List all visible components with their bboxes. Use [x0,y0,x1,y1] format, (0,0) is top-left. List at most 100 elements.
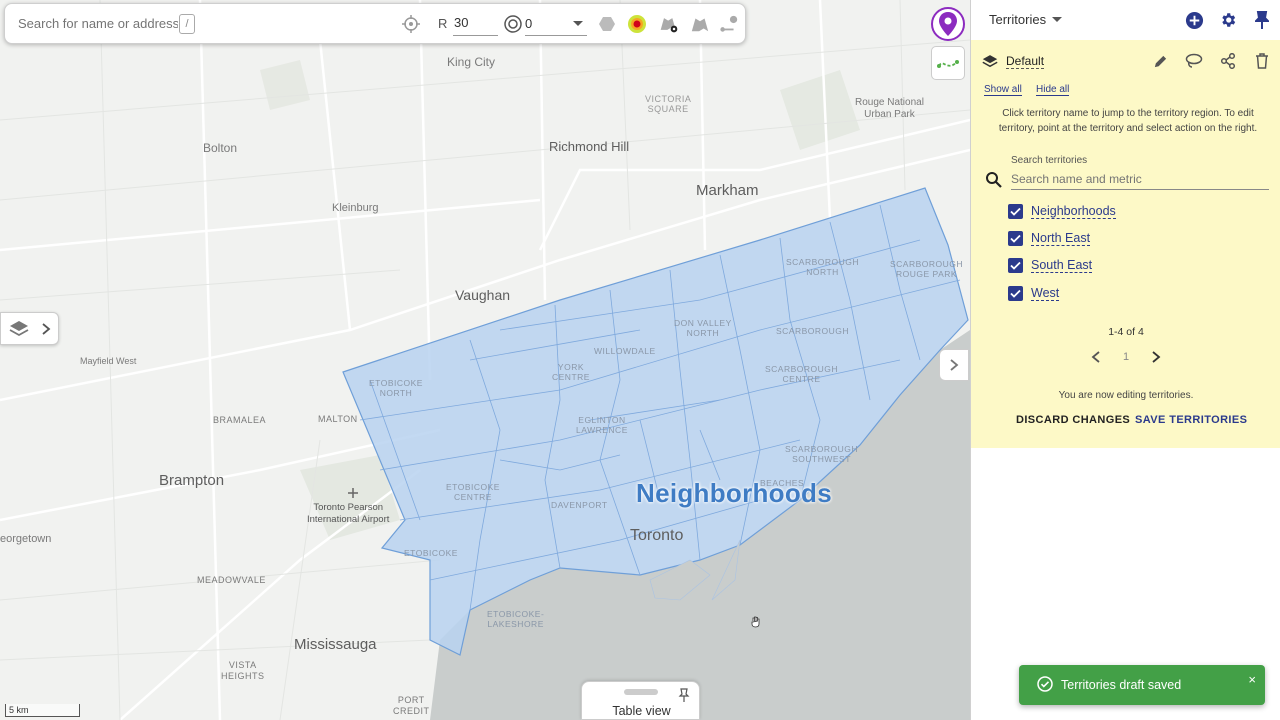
chevron-down-icon[interactable] [1052,17,1062,22]
place-label: SCARBOROUGH [776,326,850,336]
search-icon [986,172,1002,188]
place-label: SCARBOROUGH NORTH [786,257,860,277]
place-label: YORK CENTRE [552,362,590,382]
layers-toggle-button[interactable] [0,312,59,345]
show-all-link[interactable]: Show all [984,84,1022,96]
place-label: SCARBOROUGH SOUTHWEST [785,444,859,464]
place-label: Markham [696,182,759,199]
place-label: WILLOWDALE [594,346,656,356]
rings-icon[interactable] [503,14,523,34]
place-label: Bolton [203,141,238,155]
layers-icon [9,320,29,336]
map-view[interactable]: King City VICTORIA SQUARE Rouge National… [0,0,970,720]
save-territories-button[interactable]: SAVE TERRITORIES [1135,414,1247,426]
layer-name[interactable]: Default [1006,54,1045,69]
location-pin-icon [939,12,957,36]
checkbox[interactable] [1008,230,1023,246]
ring-select[interactable]: 0 [525,10,587,36]
heatmap-icon[interactable] [627,14,647,34]
map-settings-icon[interactable] [659,14,679,34]
map-base [0,0,970,720]
place-label: VISTA HEIGHTS [221,660,265,681]
territory-name[interactable]: West [1031,286,1060,301]
place-label: ETOBICOKE NORTH [369,378,423,398]
gear-icon[interactable] [1218,10,1238,30]
address-search-input[interactable] [18,16,178,31]
territory-name[interactable]: Neighborhoods [1031,204,1116,219]
place-label: BRAMALEA [213,415,267,425]
chevron-right-icon [42,322,51,335]
place-label: EGLINTON LAWRENCE [576,415,628,435]
territory-item[interactable]: Neighborhoods [1008,201,1116,221]
radius-input[interactable] [453,10,498,36]
lasso-icon[interactable] [1184,51,1204,71]
pager-count: 1-4 of 4 [1108,326,1144,338]
route-button[interactable] [931,46,965,80]
add-territory-icon[interactable] [1184,10,1204,30]
chevron-left-icon[interactable] [1091,351,1101,363]
crosshair-icon[interactable] [401,14,421,34]
share-icon[interactable] [1218,51,1238,71]
place-label: DAVENPORT [551,500,608,510]
place-label: Vaughan [455,287,511,303]
help-text: Click territory name to jump to the terr… [998,108,1258,134]
panel-header: Territories [971,0,1280,40]
checkbox[interactable] [1008,203,1023,219]
chevron-right-icon [950,359,959,371]
territory-item[interactable]: West [1008,283,1060,303]
place-label: Mississauga [294,636,377,653]
territory-item[interactable]: North East [1008,228,1091,248]
discard-changes-button[interactable]: DISCARD CHANGES [1016,414,1130,426]
checkbox[interactable] [1008,285,1023,301]
table-view-drawer[interactable]: Table view [581,681,700,720]
place-label: ETOBICOKE CENTRE [446,482,500,502]
territory-name[interactable]: North East [1031,231,1091,246]
place-label: VICTORIA SQUARE [645,94,692,114]
search-territories-label: Search territories [1011,155,1088,166]
place-label: Richmond Hill [549,139,630,154]
place-label: Kleinburg [332,202,379,214]
panel-title-dropdown[interactable]: Territories [989,12,1046,27]
chevron-right-icon[interactable] [1151,351,1161,363]
place-label: Toronto Pearson International Airport [307,502,390,525]
place-label: Toronto [630,527,684,544]
territory-edit-area: Default Show all Hide all Click territor… [971,40,1280,448]
route-icon [937,60,959,68]
hexagon-icon[interactable] [597,14,617,34]
place-label: Brampton [159,472,225,489]
hand-cursor-icon [750,615,762,633]
place-label: ETOBICOKE- LAKESHORE [487,609,545,629]
location-pin-button[interactable] [931,7,965,41]
scale-bar: 5 km [5,704,80,717]
place-label: PORT CREDIT [393,695,430,716]
page-number: 1 [1122,351,1130,363]
pencil-icon[interactable] [1150,51,1170,71]
territory-name[interactable]: South East [1031,258,1093,273]
park-area [260,60,310,110]
territories-panel: Territories Default Show all Hide all Cl… [970,0,1280,720]
park-area [780,70,860,150]
place-label: MEADOWVALE [197,575,266,585]
map-toolbar: / R 0 [4,3,746,44]
hide-all-link[interactable]: Hide all [1036,84,1070,96]
trash-icon[interactable] [1252,51,1272,71]
check-circle-icon [1037,676,1053,692]
territory-item[interactable]: South East [1008,255,1093,275]
drag-handle[interactable] [624,689,658,695]
route-map-icon[interactable] [719,14,739,34]
chevron-down-icon [573,21,583,26]
place-label: Rouge National Urban Park [855,97,924,120]
checkbox[interactable] [1008,257,1023,273]
territory-map-label: Neighborhoods [636,478,832,508]
shortcut-key-hint: / [179,14,195,34]
search-territories-input[interactable] [1011,169,1269,190]
close-icon[interactable]: × [1248,672,1256,687]
map-layers-icon[interactable] [690,14,710,34]
pin-panel-icon[interactable] [1252,10,1272,30]
place-label: MALTON [318,414,358,424]
collapse-panel-button[interactable] [939,349,969,381]
ring-select-value: 0 [525,16,533,31]
place-label: Mayfield West [80,356,137,366]
search-territories [985,169,1269,191]
place-label: SCARBOROUGH CENTRE [765,364,839,384]
